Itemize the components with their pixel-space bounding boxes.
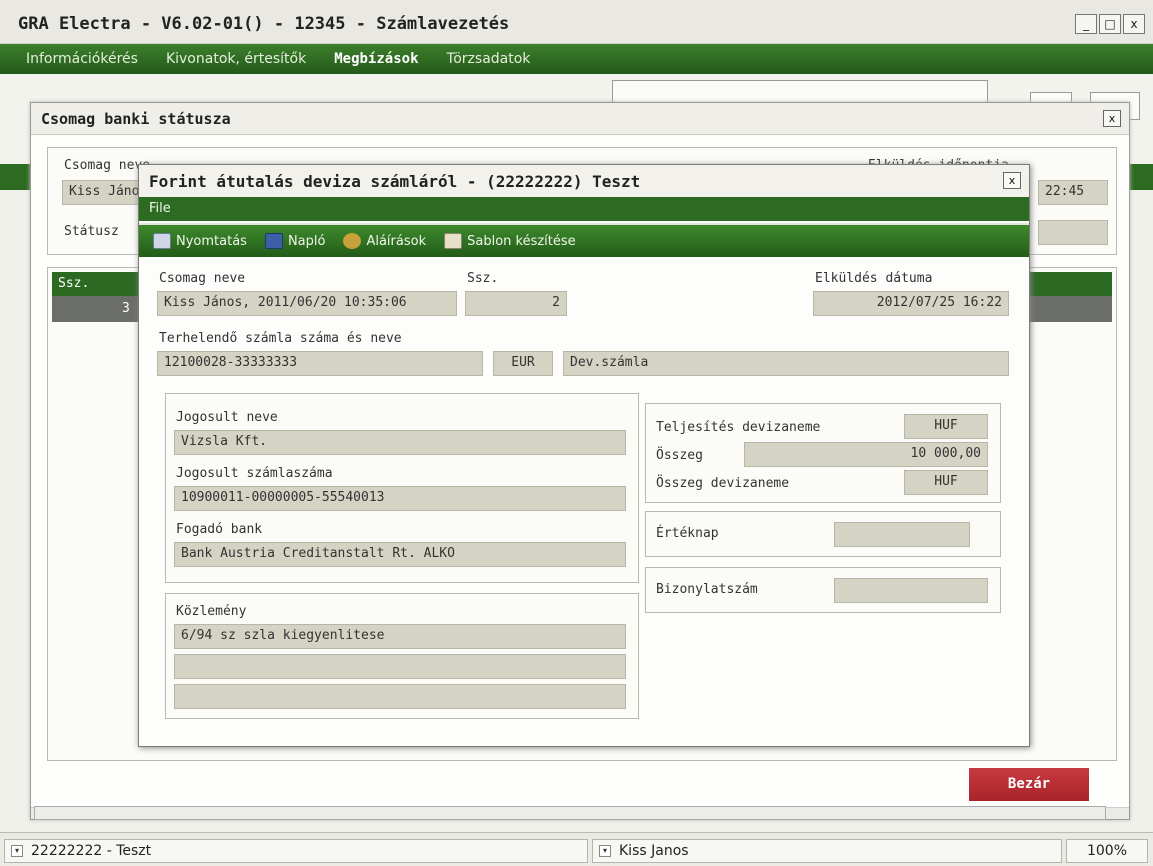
status-field[interactable] — [1038, 220, 1108, 245]
status-account: 22222222 - Teszt — [31, 843, 152, 859]
remittance-line-2[interactable] — [174, 654, 626, 679]
receiving-bank-label: Fogadó bank — [176, 522, 263, 537]
signature-icon — [343, 233, 362, 249]
log-action[interactable]: Napló — [264, 233, 326, 249]
settlement-currency-label: Teljesítés devizaneme — [656, 420, 821, 435]
main-menubar: Információkérés Kivonatok, értesítők Meg… — [0, 44, 1153, 74]
amount-currency-label: Összeg devizaneme — [656, 476, 790, 491]
value-date-group: Értéknap — [645, 511, 1001, 557]
debit-account-field[interactable]: 12100028-33333333 — [157, 351, 483, 376]
close-icon[interactable]: x — [1003, 172, 1021, 189]
file-menu[interactable]: File — [139, 197, 1029, 221]
amount-label: Összeg — [656, 448, 703, 463]
template-label: Sablon készítése — [467, 233, 576, 249]
minimize-button[interactable]: _ — [1075, 14, 1097, 34]
beneficiary-name-label: Jogosult neve — [176, 410, 278, 425]
status-label: Státusz — [64, 224, 119, 239]
close-button[interactable]: Bezár — [969, 768, 1089, 801]
sent-time-field[interactable]: 22:45 — [1038, 180, 1108, 205]
package-name-field[interactable]: Kiss János, 2011/06/20 10:35:06 — [157, 291, 457, 316]
dropdown-arrow-icon[interactable]: ▾ — [11, 845, 23, 857]
signatures-label: Aláírások — [366, 233, 427, 249]
value-date-field[interactable] — [834, 522, 970, 547]
book-icon — [264, 233, 283, 249]
beneficiary-name-field[interactable]: Vizsla Kft. — [174, 430, 626, 455]
beneficiary-group: Jogosult neve Vizsla Kft. Jogosult száml… — [165, 393, 639, 583]
debit-account-label: Terhelendő számla száma és neve — [159, 331, 402, 346]
app-title: GRA Electra - V6.02-01() - 12345 - Száml… — [18, 14, 510, 34]
app-title-bar: GRA Electra - V6.02-01() - 12345 - Száml… — [0, 0, 1153, 44]
remittance-line-1[interactable]: 6/94 sz szla kiegyenlitese — [174, 624, 626, 649]
remittance-line-3[interactable] — [174, 684, 626, 709]
sent-date-field[interactable]: 2012/07/25 16:22 — [813, 291, 1009, 316]
menu-item-orders[interactable]: Megbízások — [334, 51, 418, 67]
sent-date-label: Elküldés dátuma — [815, 271, 933, 286]
template-icon — [444, 233, 463, 249]
log-label: Napló — [287, 233, 326, 249]
package-status-header: Csomag banki státusza x — [31, 103, 1129, 135]
document-number-group: Bizonylatszám — [645, 567, 1001, 613]
status-bar: ▾ 22222222 - Teszt ▾ Kiss Janos 100% — [0, 832, 1153, 866]
close-icon[interactable]: x — [1103, 110, 1121, 127]
debit-currency-field[interactable]: EUR — [493, 351, 553, 376]
remittance-label: Közlemény — [176, 604, 247, 619]
print-label: Nyomtatás — [176, 233, 247, 249]
document-number-label: Bizonylatszám — [656, 582, 758, 597]
status-zoom-cell: 100% — [1066, 839, 1148, 863]
table-header-ssz[interactable]: Ssz. — [58, 276, 89, 291]
printer-icon — [153, 233, 171, 249]
ssz-field[interactable]: 2 — [465, 291, 567, 316]
maximize-button[interactable]: □ — [1099, 14, 1121, 34]
status-user-cell[interactable]: ▾ Kiss Janos — [592, 839, 1062, 863]
transfer-detail-header: Forint átutalás deviza számláról - (2222… — [139, 165, 1029, 197]
window-controls: _ □ x — [1075, 14, 1145, 34]
settlement-currency-field[interactable]: HUF — [904, 414, 988, 439]
action-toolbar: Nyomtatás Napló Aláírások Sablon készíté… — [139, 223, 1029, 257]
close-window-button[interactable]: x — [1123, 14, 1145, 34]
amount-group: Teljesítés devizaneme HUF Összeg 10 000,… — [645, 403, 1001, 503]
menu-item-statements[interactable]: Kivonatok, értesítők — [166, 51, 306, 67]
beneficiary-account-label: Jogosult számlaszáma — [176, 466, 333, 481]
ssz-label: Ssz. — [467, 271, 499, 286]
amount-field[interactable]: 10 000,00 — [744, 442, 988, 467]
beneficiary-account-field[interactable]: 10900011-00000005-55540013 — [174, 486, 626, 511]
menu-item-information[interactable]: Információkérés — [26, 51, 138, 67]
menu-item-master-data[interactable]: Törzsadatok — [447, 51, 531, 67]
document-number-field[interactable] — [834, 578, 988, 603]
transfer-detail-title: Forint átutalás deviza számláról - (2222… — [149, 172, 641, 191]
package-name-label: Csomag neve — [159, 271, 246, 286]
transfer-detail-dialog: Forint átutalás deviza számláról - (2222… — [138, 164, 1030, 747]
value-date-label: Értéknap — [656, 526, 719, 541]
status-user: Kiss Janos — [619, 843, 689, 859]
signatures-action[interactable]: Aláírások — [343, 233, 426, 249]
amount-currency-field[interactable]: HUF — [904, 470, 988, 495]
table-row-ssz: 3 — [122, 301, 130, 316]
print-action[interactable]: Nyomtatás — [153, 233, 247, 249]
horizontal-scrollbar[interactable] — [34, 806, 1106, 820]
package-status-title: Csomag banki státusza — [41, 110, 231, 128]
status-zoom: 100% — [1086, 843, 1128, 859]
receiving-bank-field[interactable]: Bank Austria Creditanstalt Rt. ALKO — [174, 542, 626, 567]
dropdown-arrow-icon[interactable]: ▾ — [599, 845, 611, 857]
remittance-group: Közlemény 6/94 sz szla kiegyenlitese — [165, 593, 639, 719]
template-action[interactable]: Sablon készítése — [444, 233, 576, 249]
status-account-cell[interactable]: ▾ 22222222 - Teszt — [4, 839, 588, 863]
debit-account-name-field[interactable]: Dev.számla — [563, 351, 1009, 376]
